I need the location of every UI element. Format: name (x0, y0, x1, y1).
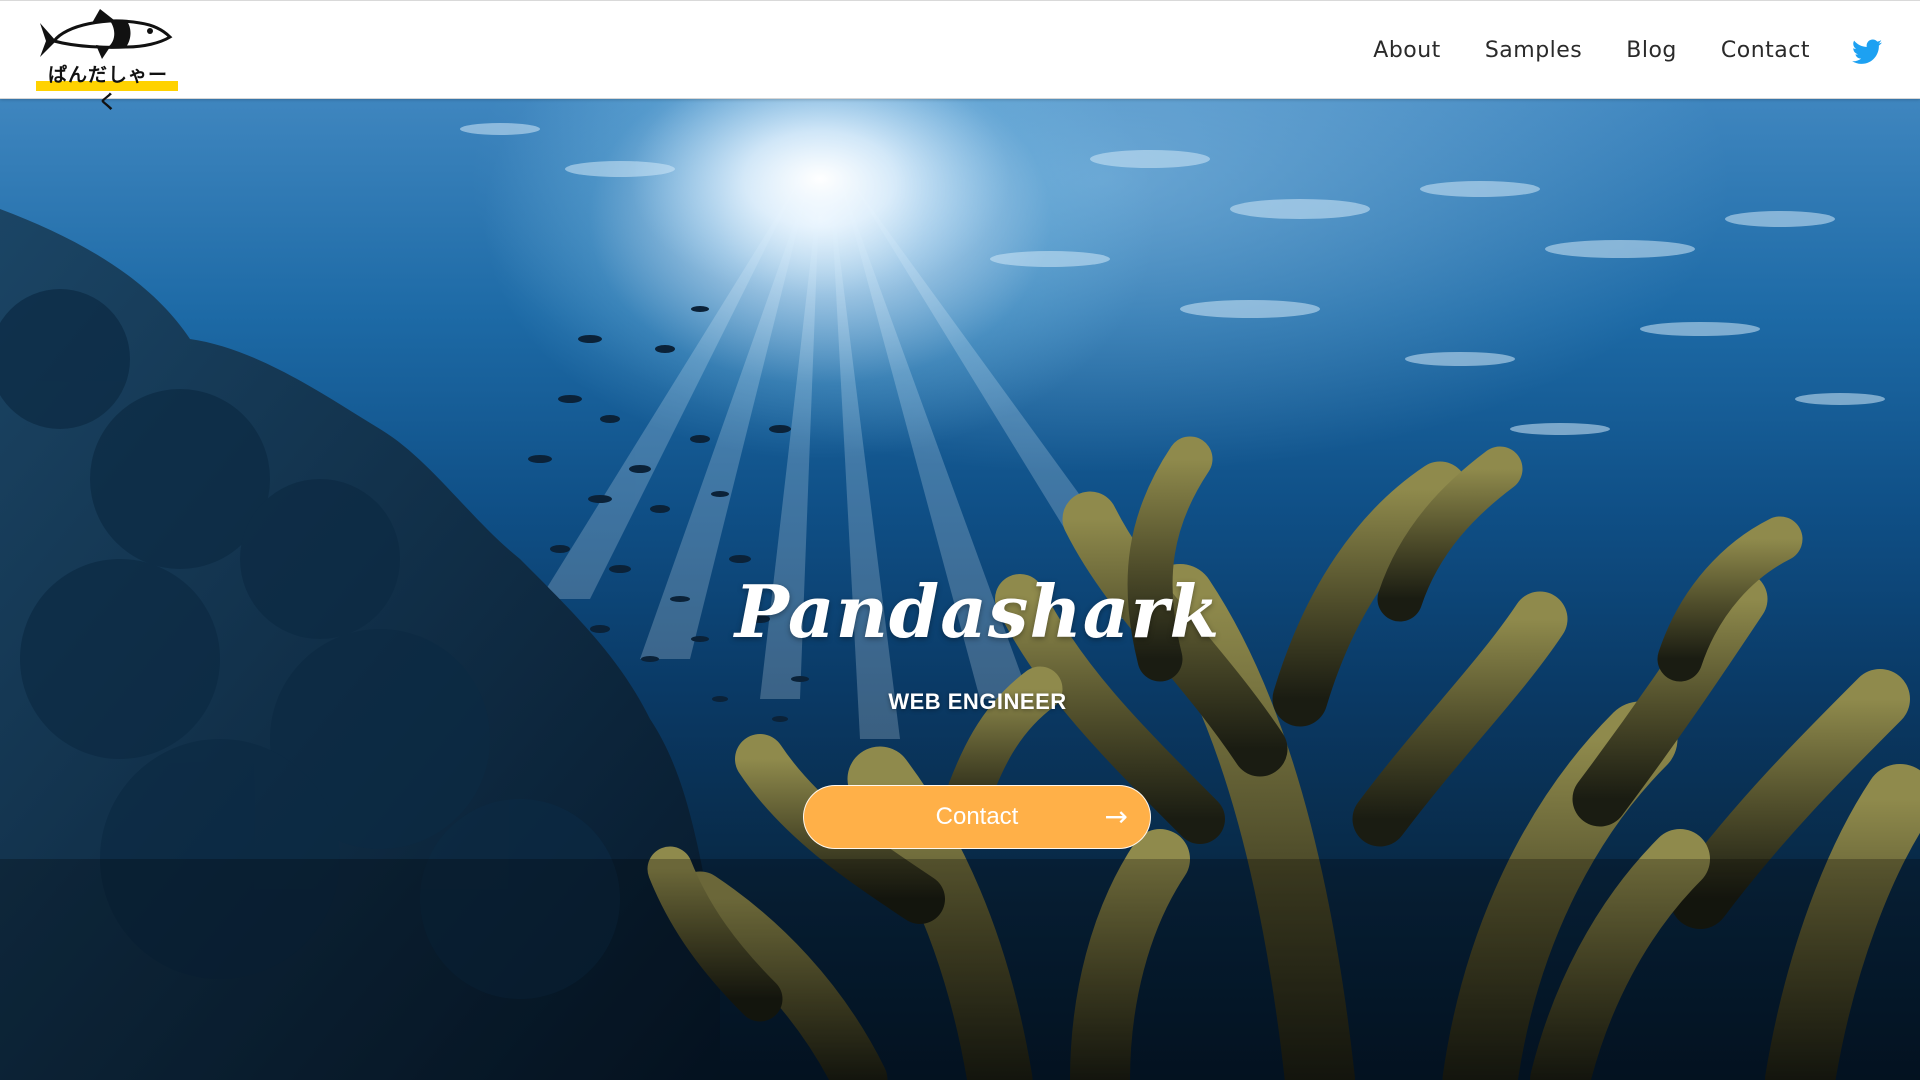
logo-text: ぱんだしゃーく (47, 64, 168, 113)
sun-glow (630, 99, 1010, 299)
hero-section: Pandashark WEB ENGINEER Contact → (0, 99, 1920, 1080)
twitter-icon[interactable] (1852, 39, 1882, 65)
shark-icon (40, 9, 173, 59)
contact-button[interactable]: Contact → (803, 785, 1151, 849)
hero-title: Pandashark (734, 569, 1221, 654)
site-header: ぱんだしゃーく About Samples Blog Contact (0, 0, 1920, 113)
nav-link-blog[interactable]: Blog (1626, 38, 1677, 63)
contact-button-label: Contact (935, 803, 1019, 830)
nav-link-samples[interactable]: Samples (1485, 38, 1582, 63)
main-nav: About Samples Blog Contact (1373, 1, 1810, 100)
arrow-right-icon: → (1104, 800, 1128, 833)
logo-wordmark: ぱんだしゃーく (36, 59, 178, 113)
site-logo[interactable]: ぱんだしゃーく (36, 7, 180, 113)
hero-subtitle: WEB ENGINEER (888, 689, 1067, 714)
nav-link-contact[interactable]: Contact (1721, 38, 1810, 63)
nav-link-about[interactable]: About (1373, 38, 1441, 63)
